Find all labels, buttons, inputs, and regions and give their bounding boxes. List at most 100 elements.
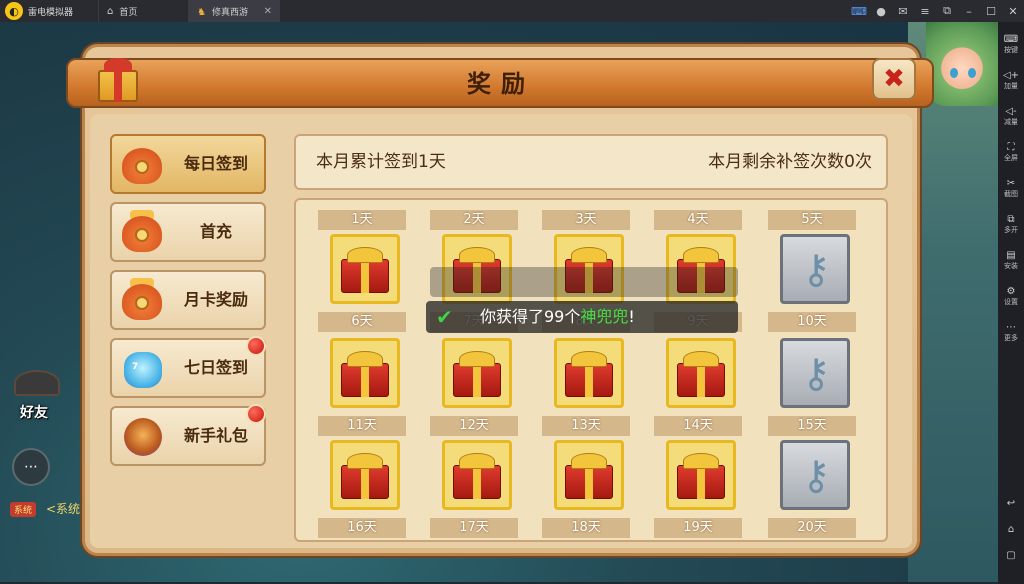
system-message: <系统 (46, 502, 81, 516)
gift-box-icon (563, 349, 615, 397)
day-label: 6天 (318, 312, 406, 332)
tab-close-icon[interactable]: ✕ (264, 6, 272, 17)
volume-up-icon: ◁+ (1002, 70, 1020, 81)
key-icon: ⚷ (801, 247, 831, 293)
sidebar-item-volume-down[interactable]: ◁- 减量 (998, 106, 1024, 127)
key-icon: ⚷ (801, 351, 831, 397)
chat-icon: ⋯ (24, 459, 38, 475)
gift-reward-slot[interactable] (442, 338, 512, 408)
menu-seven-day-signin[interactable]: 7 七日签到 (110, 336, 266, 398)
emulator-titlebar: ◐ 雷电模拟器 ⌂ 首页 ♞ 修真西游 ✕ ⌨ ● ✉ ≡ ⧉ – ☐ ✕ (0, 0, 1024, 22)
close-button[interactable]: ✖ (872, 58, 916, 100)
menu-daily-signin[interactable]: 每日签到 (110, 134, 266, 194)
signin-calendar: 1天2天3天4天5天⚷6天7天8天9天10天⚷11天12天13天14天15天⚷1… (294, 198, 888, 542)
gift-reward-slot[interactable] (330, 234, 400, 304)
tab-game[interactable]: ♞ 修真西游 ✕ (188, 0, 280, 22)
day-label: 10天 (768, 312, 856, 332)
character-portrait[interactable] (926, 22, 998, 106)
sidebar-item-keymap[interactable]: ⌨ 按键 (998, 34, 1024, 55)
day-label: 14天 (654, 416, 742, 436)
tab-home[interactable]: ⌂ 首页 (98, 0, 188, 22)
mail-icon[interactable]: ✉ (892, 0, 914, 22)
menu-newbie-pack[interactable]: 新手礼包 (110, 404, 266, 466)
day-label: 16天 (318, 518, 406, 538)
close-window-icon[interactable]: ✕ (1002, 0, 1024, 22)
sidebar-item-settings[interactable]: ⚙ 设置 (998, 286, 1024, 307)
back-icon: ↩ (1006, 498, 1016, 509)
key-reward-slot[interactable]: ⚷ (780, 338, 850, 408)
menu-label: 每日签到 (183, 154, 248, 173)
toast-message: 你获得了99个神兜兜! (480, 307, 635, 326)
chat-button[interactable]: ⋯ (12, 448, 50, 486)
sidebar-item-install[interactable]: ▤ 安装 (998, 250, 1024, 271)
makeup-remaining: 本月剩余补签次数0次 (708, 152, 872, 172)
friend-button[interactable]: 好友 (6, 370, 68, 432)
key-reward-slot[interactable]: ⚷ (780, 234, 850, 304)
treasure-bag-icon (118, 210, 166, 256)
gift-box-icon (675, 349, 727, 397)
day-label: 1天 (318, 210, 406, 230)
day-label: 15天 (768, 416, 856, 436)
home-icon: ⌂ (107, 5, 114, 17)
sidebar-item-fullscreen[interactable]: ⛶ 全屏 (998, 142, 1024, 163)
day-label: 20天 (768, 518, 856, 538)
gift-reward-slot[interactable] (442, 440, 512, 510)
lamp-icon (118, 414, 166, 460)
account-icon[interactable]: ● (870, 0, 892, 22)
maximize-icon[interactable]: ☐ (980, 0, 1002, 22)
tab-game-label: 修真西游 (211, 7, 248, 18)
sidebar-item-multi[interactable]: ⧉ 多开 (998, 214, 1024, 235)
day-label: 18天 (542, 518, 630, 538)
gift-box-icon (563, 451, 615, 499)
reward-toast: ✔ 你获得了99个神兜兜! (426, 301, 738, 333)
menu-icon[interactable]: ≡ (914, 0, 936, 22)
android-home-icon: ⌂ (1007, 524, 1015, 535)
key-reward-slot[interactable]: ⚷ (780, 440, 850, 510)
emulator-app-name: 雷电模拟器 (28, 7, 74, 18)
scissors-icon: ✂ (1006, 178, 1016, 189)
gift-reward-slot[interactable] (666, 440, 736, 510)
gift-reward-slot[interactable] (330, 338, 400, 408)
back-button[interactable]: ↩ (998, 498, 1024, 510)
day-label: 12天 (430, 416, 518, 436)
gift-box-icon (451, 451, 503, 499)
portrait-eye (968, 68, 976, 78)
friend-label: 好友 (20, 405, 48, 421)
minimize-icon[interactable]: – (958, 0, 980, 22)
sidebar-item-volume-up[interactable]: ◁+ 加量 (998, 70, 1024, 91)
day-label: 3天 (542, 210, 630, 230)
gamepad-icon[interactable]: ⌨ (848, 0, 870, 22)
emulator-sidebar: ⌨ 按键 ◁+ 加量 ◁- 减量 ⛶ 全屏 ✂ 截图 ⧉ 多开 ▤ 安装 ⚙ 设置 ⋯ 更多 ↩ … (998, 22, 1024, 584)
home-button[interactable]: ⌂ (998, 524, 1024, 536)
day-label: 2天 (430, 210, 518, 230)
monthly-signin-count: 本月累计签到1天 (316, 152, 446, 172)
keyboard-icon: ⌨ (1003, 34, 1019, 45)
menu-first-recharge[interactable]: 首充 (110, 202, 266, 262)
gift-box-icon (451, 349, 503, 397)
signin-summary: 本月累计签到1天 本月剩余补签次数0次 (294, 134, 888, 190)
close-icon: ✖ (883, 64, 905, 94)
gift-reward-slot[interactable] (554, 440, 624, 510)
gift-reward-slot[interactable] (330, 440, 400, 510)
sidebar-item-screenshot[interactable]: ✂ 截图 (998, 178, 1024, 199)
gift-reward-slot[interactable] (666, 338, 736, 408)
reward-panel: 奖励 ✖ 每日签到 首充 月卡奖励 7 七日签到 新手礼包 本月累计签到1天 本… (66, 44, 934, 556)
toast-previous (430, 267, 738, 297)
day-label: 5天 (768, 210, 856, 230)
gift-reward-slot[interactable] (554, 338, 624, 408)
fullscreen-icon: ⛶ (1007, 142, 1015, 153)
day-label: 4天 (654, 210, 742, 230)
gift-box-icon (675, 451, 727, 499)
multi-open-icon: ⧉ (1007, 214, 1015, 225)
portrait-eye (950, 68, 958, 78)
restore-window-icon[interactable]: ⧉ (936, 0, 958, 22)
recents-button[interactable]: ▢ (998, 550, 1024, 562)
day-label: 11天 (318, 416, 406, 436)
recents-icon: ▢ (1006, 550, 1016, 561)
system-tag: 系统 (10, 502, 37, 517)
notification-dot (246, 404, 266, 424)
game-icon: ♞ (197, 6, 206, 18)
gift-icon (94, 58, 142, 104)
sidebar-item-more[interactable]: ⋯ 更多 (998, 322, 1024, 343)
menu-monthly-card[interactable]: 月卡奖励 (110, 270, 266, 330)
